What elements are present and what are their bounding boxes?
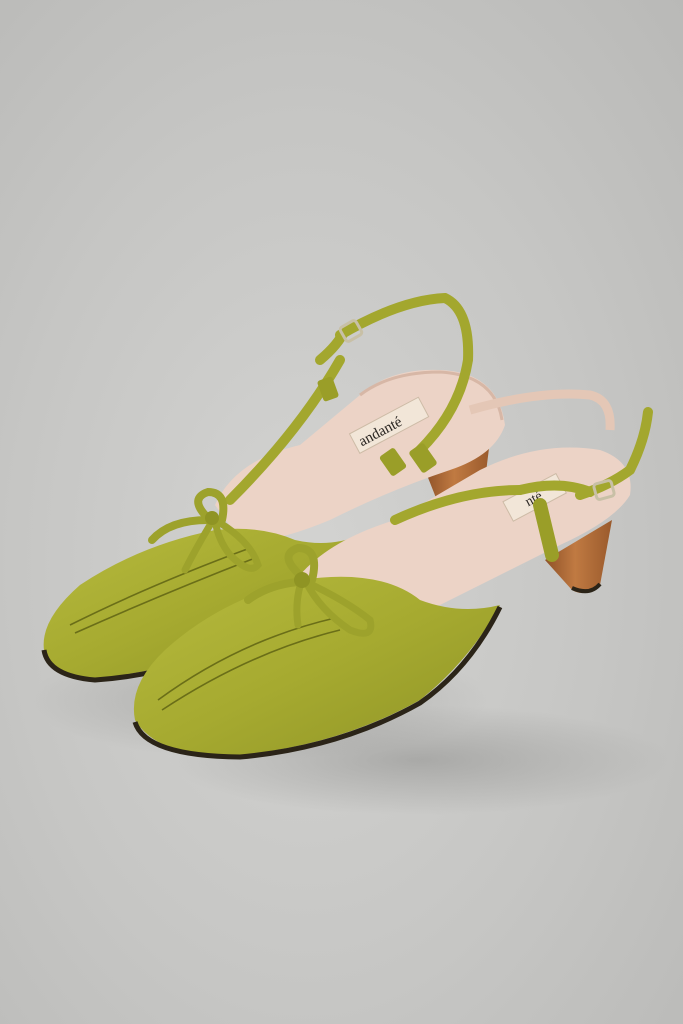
shoes-illustration: andanté nté bbox=[30, 292, 670, 815]
product-photo: andanté nté bbox=[0, 0, 683, 1024]
